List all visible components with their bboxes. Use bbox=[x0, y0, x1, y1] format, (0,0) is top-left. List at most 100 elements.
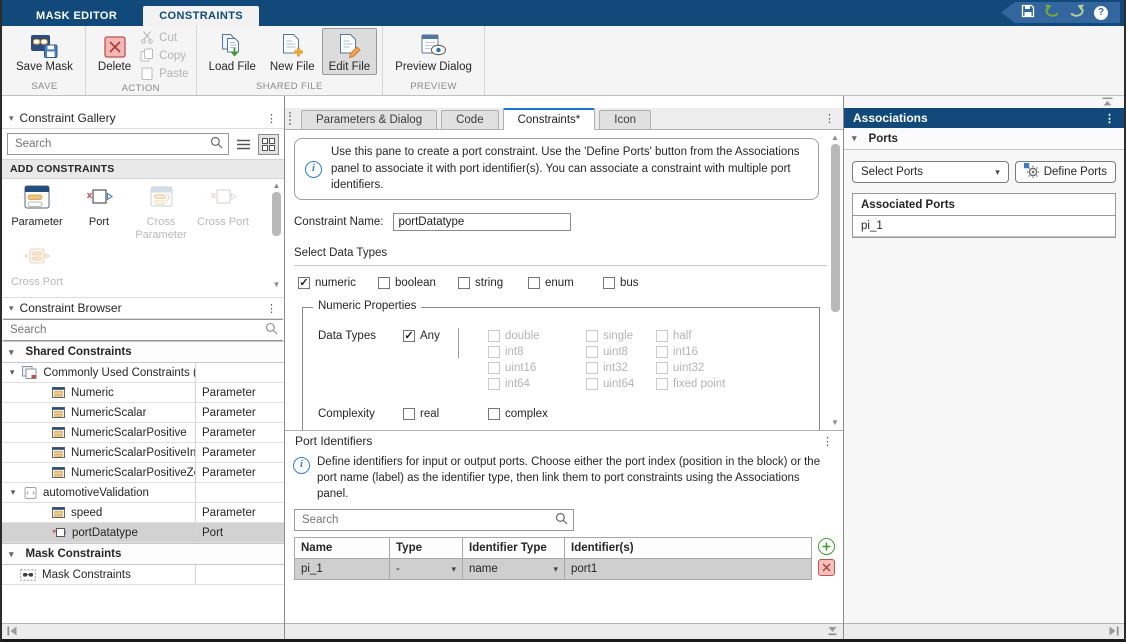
tree-row-numericscalarpositiveinteger[interactable]: NumericScalarPositiveInteger Parameter bbox=[2, 443, 284, 463]
expander-icon[interactable]: ▾ bbox=[6, 367, 18, 378]
cell-identifier-type-dropdown[interactable]: name▾ bbox=[463, 559, 565, 580]
checkbox-single[interactable]: single bbox=[586, 330, 633, 342]
checkbox-half[interactable]: half bbox=[656, 330, 692, 342]
shared-constraints-header[interactable]: ▾ Shared Constraints bbox=[2, 341, 284, 363]
tab-mask-editor[interactable]: MASK EDITOR bbox=[20, 6, 133, 26]
browser-search-input[interactable] bbox=[8, 323, 265, 337]
tab-code[interactable]: Code bbox=[441, 110, 499, 129]
checkbox-numeric[interactable]: numeric bbox=[298, 277, 378, 289]
grid-view-button[interactable] bbox=[258, 134, 279, 155]
tab-constraints-context[interactable]: CONSTRAINTS bbox=[143, 6, 259, 26]
gallery-item-parameter[interactable]: Parameter bbox=[6, 185, 68, 241]
checkbox-boolean[interactable]: boolean bbox=[378, 277, 458, 289]
scroll-thumb[interactable] bbox=[272, 192, 281, 236]
collapse-ribbon-icon[interactable] bbox=[1101, 96, 1114, 110]
tree-row-speed[interactable]: speed Parameter bbox=[2, 503, 284, 523]
tabbar-menu-icon[interactable]: ⋮ bbox=[824, 112, 835, 125]
cell-name[interactable]: pi_1 bbox=[295, 559, 390, 580]
port-identifiers-menu-icon[interactable]: ⋮ bbox=[822, 435, 833, 448]
checkbox-double[interactable]: double bbox=[488, 330, 540, 342]
column-header-identifier-type[interactable]: Identifier Type bbox=[463, 538, 565, 559]
gallery-scrollbar[interactable]: ▲ ▼ bbox=[271, 181, 282, 289]
column-header-type[interactable]: Type bbox=[390, 538, 463, 559]
add-row-button[interactable] bbox=[818, 538, 835, 555]
center-scrollbar[interactable]: ▲ ▼ bbox=[829, 133, 841, 427]
tab-constraints[interactable]: Constraints* bbox=[503, 108, 596, 130]
tab-parameters-dialog[interactable]: Parameters & Dialog bbox=[301, 110, 437, 129]
panel-grip-icon[interactable] bbox=[289, 112, 294, 125]
collapse-right-icon[interactable] bbox=[1109, 625, 1119, 639]
checkbox-any[interactable]: Any bbox=[403, 330, 440, 342]
ports-section-header[interactable]: ▾ Ports bbox=[844, 128, 1124, 150]
column-header-name[interactable]: Name bbox=[295, 538, 390, 559]
port-identifiers-search-box bbox=[294, 509, 574, 531]
checkbox-string[interactable]: string bbox=[458, 277, 528, 289]
mask-constraints-header[interactable]: ▾ Mask Constraints bbox=[2, 543, 284, 565]
gallery-item-cross-port[interactable]: Cross Port bbox=[192, 185, 254, 241]
checkbox-uint16[interactable]: uint16 bbox=[488, 362, 536, 374]
list-view-button[interactable] bbox=[233, 134, 254, 155]
copy-button[interactable]: Copy bbox=[140, 47, 188, 65]
scroll-down-icon[interactable]: ▼ bbox=[831, 418, 839, 427]
checkbox-int64[interactable]: int64 bbox=[488, 378, 530, 390]
save-icon[interactable] bbox=[1021, 4, 1035, 21]
checkbox-int8[interactable]: int8 bbox=[488, 346, 524, 358]
scroll-up-icon[interactable]: ▲ bbox=[831, 133, 839, 142]
checkbox-real[interactable]: real bbox=[403, 408, 439, 420]
gallery-item-cross-parameter[interactable]: Cross Parameter bbox=[130, 185, 192, 241]
undo-icon[interactable] bbox=[1044, 4, 1060, 21]
scroll-down-icon[interactable]: ▼ bbox=[273, 280, 281, 289]
tree-row-numericscalar[interactable]: NumericScalar Parameter bbox=[2, 403, 284, 423]
checkbox-int16[interactable]: int16 bbox=[656, 346, 698, 358]
checkbox-uint8[interactable]: uint8 bbox=[586, 346, 628, 358]
scroll-thumb[interactable] bbox=[831, 144, 840, 312]
load-file-button[interactable]: Load File bbox=[202, 28, 263, 75]
cell-identifiers[interactable]: port1 bbox=[565, 559, 812, 580]
delete-button[interactable]: Delete bbox=[91, 28, 138, 75]
tab-icon[interactable]: Icon bbox=[599, 110, 651, 129]
define-ports-button[interactable]: Define Ports bbox=[1015, 161, 1116, 183]
scroll-up-icon[interactable]: ▲ bbox=[273, 181, 281, 190]
cut-button[interactable]: Cut bbox=[140, 29, 188, 47]
delete-row-button[interactable] bbox=[818, 559, 835, 576]
tree-row-portdatatype[interactable]: portDatatype Port bbox=[2, 523, 284, 543]
preview-dialog-button[interactable]: Preview Dialog bbox=[388, 28, 479, 75]
collapse-left-icon[interactable] bbox=[7, 625, 17, 639]
tree-row-numericscalarpositive[interactable]: NumericScalarPositive Parameter bbox=[2, 423, 284, 443]
paste-button[interactable]: Paste bbox=[140, 65, 188, 83]
edit-file-button[interactable]: Edit File bbox=[322, 28, 378, 75]
gallery-item-cross-port-2[interactable]: Cross Port bbox=[6, 245, 68, 289]
table-row[interactable]: pi_1 -▾ name▾ port1 bbox=[295, 559, 812, 580]
checkbox-bus[interactable]: bus bbox=[603, 277, 639, 289]
gallery-item-port[interactable]: Port bbox=[68, 185, 130, 241]
tree-row-numericscalarpositivezero[interactable]: NumericScalarPositiveZero Parameter bbox=[2, 463, 284, 483]
collapse-section-icon[interactable]: ▾ bbox=[9, 303, 14, 314]
redo-icon[interactable] bbox=[1069, 4, 1085, 21]
browser-menu-icon[interactable]: ⋮ bbox=[266, 302, 277, 315]
select-ports-dropdown[interactable]: Select Ports ▾ bbox=[852, 161, 1009, 183]
associations-menu-icon[interactable]: ⋮ bbox=[1104, 112, 1115, 125]
help-icon[interactable]: ? bbox=[1094, 6, 1108, 20]
tree-row-numeric[interactable]: Numeric Parameter bbox=[2, 383, 284, 403]
gallery-menu-icon[interactable]: ⋮ bbox=[266, 112, 277, 125]
tree-row-automotivevalidation[interactable]: ▾ automotiveValidation bbox=[2, 483, 284, 503]
tree-row-commonly-used[interactable]: ▾ Commonly Used Constraints (R... bbox=[2, 363, 284, 383]
tree-row-mask-constraints[interactable]: Mask Constraints bbox=[2, 565, 284, 585]
checkbox-int32[interactable]: int32 bbox=[586, 362, 628, 374]
checkbox-complex[interactable]: complex bbox=[488, 408, 548, 420]
expander-icon[interactable]: ▾ bbox=[6, 487, 20, 498]
column-header-identifiers[interactable]: Identifier(s) bbox=[565, 538, 812, 559]
gallery-search-input[interactable] bbox=[13, 137, 210, 151]
collapse-section-icon[interactable]: ▾ bbox=[9, 113, 14, 124]
new-file-button[interactable]: New File bbox=[263, 28, 322, 75]
port-identifiers-search-input[interactable] bbox=[300, 513, 555, 527]
checkbox-enum[interactable]: enum bbox=[528, 277, 603, 289]
associated-port-row[interactable]: pi_1 bbox=[853, 216, 1115, 237]
collapse-down-icon[interactable] bbox=[827, 625, 838, 639]
constraint-name-input[interactable] bbox=[393, 213, 571, 231]
checkbox-uint64[interactable]: uint64 bbox=[586, 378, 634, 390]
save-mask-button[interactable]: Save Mask bbox=[9, 28, 80, 75]
checkbox-uint32[interactable]: uint32 bbox=[656, 362, 704, 374]
checkbox-fixed-point[interactable]: fixed point bbox=[656, 378, 725, 390]
cell-type-dropdown[interactable]: -▾ bbox=[390, 559, 463, 580]
